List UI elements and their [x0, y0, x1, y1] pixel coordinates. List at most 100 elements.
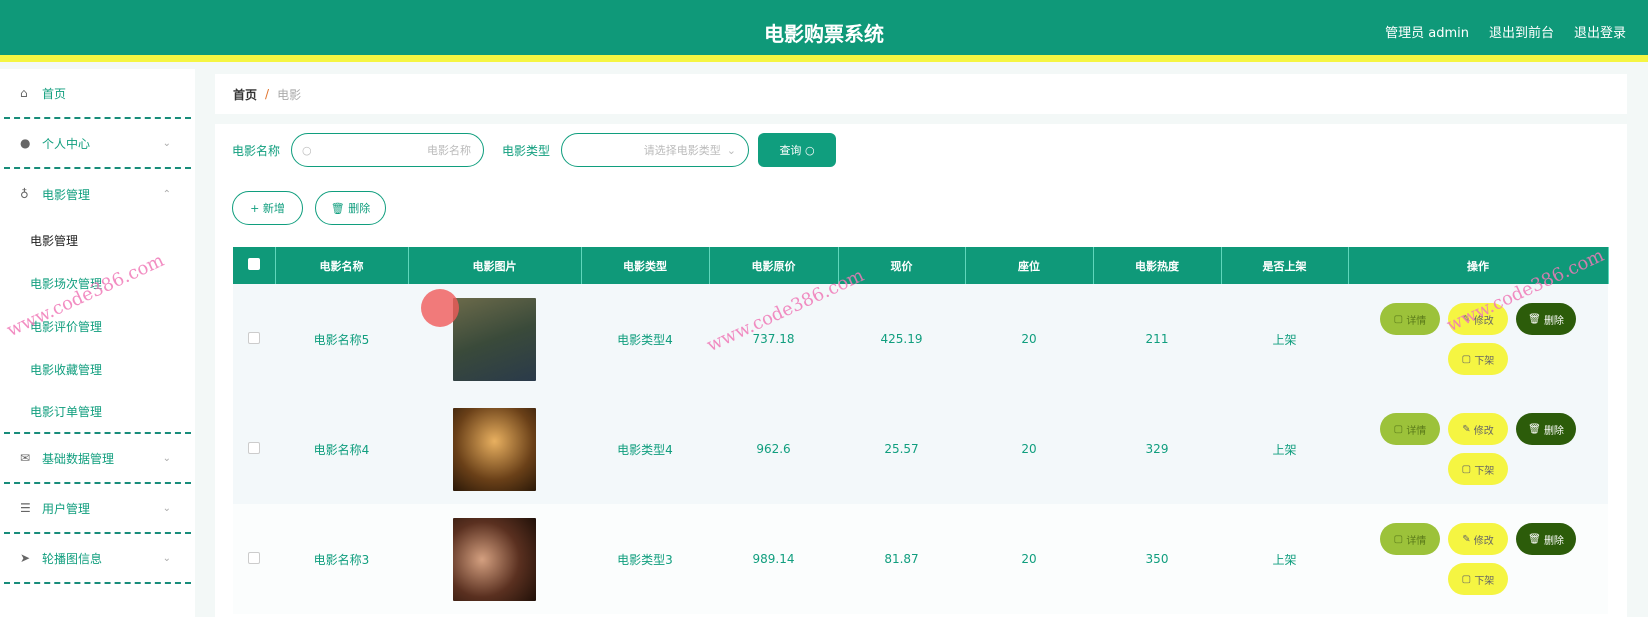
chevron-down-icon: ⌄	[162, 502, 171, 514]
chevron-down-icon: ⌄	[162, 452, 171, 464]
exit-to-front-link[interactable]: 退出到前台	[1489, 22, 1554, 41]
edit-button[interactable]: ✎ 修改	[1448, 523, 1508, 555]
search-icon: ○	[302, 143, 312, 157]
submenu-favorite-manage[interactable]: 电影收藏管理	[0, 348, 195, 391]
detail-button[interactable]: ▢ 详情	[1380, 413, 1440, 445]
column-header: 操作	[1348, 247, 1609, 284]
row-checkbox[interactable]	[248, 551, 260, 564]
chevron-up-icon: ⌃	[162, 188, 171, 200]
sidebar-item-users[interactable]: ☰ 用户管理 ⌄	[4, 484, 191, 534]
logout-link[interactable]: 退出登录	[1574, 22, 1626, 41]
cell-seats: 20	[965, 394, 1093, 504]
cell-name: 电影名称4	[275, 394, 408, 504]
send-icon: ➤	[20, 551, 31, 565]
top-header: 电影购票系统 管理员 admin 退出到前台 退出登录	[0, 0, 1648, 62]
column-header: 电影类型	[581, 247, 710, 284]
sidebar-item-basedata[interactable]: ✉ 基础数据管理 ⌄	[4, 434, 191, 484]
batch-delete-button[interactable]: 🗑 删除	[315, 191, 386, 225]
cell-orig: 962.6	[709, 394, 838, 504]
sidebar-item-personal[interactable]: ● 个人中心 ⌄	[4, 119, 191, 169]
off-shelf-button[interactable]: ▢ 下架	[1448, 563, 1508, 595]
delete-button[interactable]: 🗑 删除	[1516, 413, 1576, 445]
table-row: 电影名称3 电影类型3 989.14 81.87 20 350 上架 ▢ 详情 ✎ 修改 🗑…	[233, 504, 1608, 614]
cell-type: 电影类型3	[581, 504, 709, 614]
chevron-down-icon: ⌄	[726, 143, 736, 157]
breadcrumb: 首页 / 电影	[215, 74, 1627, 114]
sidebar-item-label: 电影管理	[42, 187, 91, 202]
cell-heat: 329	[1093, 394, 1221, 504]
home-icon: ⌂	[20, 86, 28, 100]
breadcrumb-current: 电影	[277, 87, 302, 102]
movie-name-input[interactable]: ○ 电影名称	[291, 133, 484, 167]
cell-orig: 737.18	[709, 284, 838, 394]
add-button[interactable]: + 新增	[232, 191, 303, 225]
sidebar-item-carousel[interactable]: ➤ 轮播图信息 ⌄	[4, 534, 191, 584]
row-checkbox[interactable]	[248, 441, 260, 454]
sidebar-item-label: 基础数据管理	[42, 451, 115, 466]
cell-type: 电影类型4	[581, 394, 709, 504]
sidebar: ⌂ 首页 ● 个人中心 ⌄ ♁ 电影管理 ⌃ 电影管理 电影场次管理 电影评价管理 电影收…	[0, 69, 195, 617]
cell-name: 电影名称5	[275, 284, 408, 394]
select-all-checkbox[interactable]	[247, 258, 260, 270]
content-panel: 电影名称 ○ 电影名称 电影类型 请选择电影类型 ⌄ 查询 ○ + 新增 🗑 删除 …	[215, 124, 1627, 617]
list-icon: ☰	[20, 501, 31, 515]
search-icon: ○	[804, 143, 815, 157]
cell-seats: 20	[965, 284, 1093, 394]
off-shelf-button[interactable]: ▢ 下架	[1448, 453, 1508, 485]
select-all-header[interactable]	[233, 247, 276, 284]
submenu-movie-manage[interactable]: 电影管理	[0, 219, 195, 262]
delete-button[interactable]: 🗑 删除	[1516, 303, 1576, 335]
cell-type: 电影类型4	[581, 284, 709, 394]
column-header: 现价	[838, 247, 966, 284]
cell-price: 425.19	[838, 284, 965, 394]
cell-seats: 20	[965, 504, 1093, 614]
column-header: 电影热度	[1093, 247, 1222, 284]
detail-button[interactable]: ▢ 详情	[1380, 303, 1440, 335]
edit-button[interactable]: ✎ 修改	[1448, 303, 1508, 335]
cell-status: 上架	[1221, 394, 1348, 504]
submenu-order-manage[interactable]: 电影订单管理	[4, 391, 191, 434]
edit-button[interactable]: ✎ 修改	[1448, 413, 1508, 445]
admin-user-label[interactable]: 管理员 admin	[1385, 22, 1469, 41]
trash-icon: 🗑	[330, 201, 345, 215]
sidebar-item-label: 个人中心	[42, 136, 91, 151]
column-header: 电影原价	[709, 247, 839, 284]
cell-heat: 211	[1093, 284, 1221, 394]
user-icon: ●	[20, 136, 31, 150]
cell-status: 上架	[1221, 504, 1348, 614]
column-header: 电影名称	[275, 247, 409, 284]
column-header: 是否上架	[1221, 247, 1349, 284]
movie-type-label: 电影类型	[502, 144, 551, 158]
sidebar-item-label: 轮播图信息	[42, 551, 103, 566]
cell-status: 上架	[1221, 284, 1348, 394]
submenu-session-manage[interactable]: 电影场次管理	[0, 262, 195, 305]
column-header: 座位	[965, 247, 1094, 284]
movie-poster-image	[453, 517, 536, 601]
row-checkbox[interactable]	[248, 331, 260, 344]
cell-name: 电影名称3	[275, 504, 408, 614]
cell-price: 25.57	[838, 394, 965, 504]
detail-button[interactable]: ▢ 详情	[1380, 523, 1440, 555]
sidebar-item-label: 用户管理	[42, 501, 91, 516]
query-button[interactable]: 查询 ○	[758, 133, 836, 167]
movie-poster-image	[453, 407, 536, 491]
movie-name-label: 电影名称	[232, 144, 281, 158]
movie-poster-image	[453, 297, 536, 381]
table-row: 电影名称4 电影类型4 962.6 25.57 20 329 上架 ▢ 详情 ✎ 修改 🗑 …	[233, 394, 1608, 504]
mail-icon: ✉	[20, 451, 31, 465]
cell-price: 81.87	[838, 504, 965, 614]
cell-heat: 350	[1093, 504, 1221, 614]
breadcrumb-home[interactable]: 首页	[233, 86, 257, 103]
submenu-review-manage[interactable]: 电影评价管理	[0, 305, 195, 348]
microphone-icon: ♁	[20, 187, 29, 201]
sidebar-item-movie[interactable]: ♁ 电影管理 ⌃	[4, 169, 191, 219]
cursor-highlight	[421, 289, 459, 327]
off-shelf-button[interactable]: ▢ 下架	[1448, 343, 1508, 375]
sidebar-item-home[interactable]: ⌂ 首页	[4, 69, 191, 119]
movie-type-select[interactable]: 请选择电影类型 ⌄	[561, 133, 749, 167]
chevron-down-icon: ⌄	[162, 137, 171, 149]
delete-button[interactable]: 🗑 删除	[1516, 523, 1576, 555]
cell-orig: 989.14	[709, 504, 838, 614]
column-header: 电影图片	[408, 247, 582, 284]
chevron-down-icon: ⌄	[162, 552, 171, 564]
